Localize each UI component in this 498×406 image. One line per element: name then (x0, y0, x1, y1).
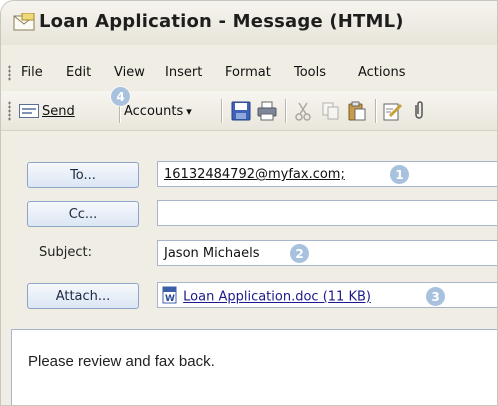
callout-badge-4: 4 (111, 87, 130, 106)
message-envelope-icon (13, 13, 35, 31)
send-button[interactable]: Send (19, 99, 75, 123)
send-label: Send (42, 103, 75, 119)
chevron-down-icon: ▾ (186, 104, 192, 118)
attach-button-label: Attach... (55, 288, 111, 304)
accounts-button[interactable]: Accounts ▾ (124, 99, 192, 123)
menu-view-label: View (114, 65, 145, 80)
message-body[interactable]: Please review and fax back. (11, 329, 497, 405)
menu-insert[interactable]: Insert (165, 65, 202, 80)
menu-actions-label: Actions (358, 65, 406, 80)
svg-text:W: W (165, 294, 175, 304)
menu-tools-label: Tools (294, 65, 327, 80)
menu-file[interactable]: File (21, 65, 43, 80)
menu-edit-label: Edit (66, 65, 92, 80)
toolbar-grip[interactable] (8, 101, 11, 121)
edit-icon[interactable] (383, 101, 403, 121)
menu-bar: File Edit View Insert Format Tools Actio… (1, 59, 497, 87)
cut-icon[interactable] (293, 101, 313, 121)
word-document-icon: W (162, 286, 177, 304)
cc-button-label: Cc... (68, 206, 98, 222)
menu-grip[interactable] (8, 65, 11, 81)
attach-field[interactable]: W Loan Application.doc (11 KB) (157, 282, 497, 308)
menu-edit[interactable]: Edit (66, 65, 91, 80)
standard-toolbar: Send Accounts ▾ 4 (1, 87, 497, 131)
message-body-text: Please review and fax back. (28, 353, 215, 370)
to-field[interactable]: 16132484792@myfax.com; (157, 161, 497, 187)
toolbar-separator (375, 99, 376, 123)
to-button[interactable]: To... (27, 162, 139, 188)
callout-badge-2: 2 (290, 244, 309, 263)
copy-icon[interactable] (321, 101, 341, 121)
subject-value: Jason Michaels (164, 246, 260, 261)
paste-icon[interactable] (347, 101, 367, 121)
window-title: Loan Application - Message (HTML) (39, 11, 404, 32)
toolbar-separator (285, 99, 286, 123)
callout-badge-1: 1 (390, 165, 409, 184)
menu-view[interactable]: View (114, 65, 145, 80)
to-button-label: To... (70, 167, 96, 183)
menu-format-label: Format (225, 65, 271, 80)
cc-button[interactable]: Cc... (27, 201, 139, 227)
envelope-icon (19, 104, 39, 118)
message-window: Loan Application - Message (HTML) File E… (0, 0, 498, 406)
menu-format[interactable]: Format (225, 65, 271, 80)
menu-insert-label: Insert (165, 65, 203, 80)
attach-icon[interactable] (409, 101, 429, 121)
menu-file-label: File (21, 65, 43, 80)
print-icon[interactable] (257, 101, 277, 121)
attachment-link[interactable]: Loan Application.doc (11 KB) (183, 290, 371, 305)
callout-badge-3: 3 (426, 287, 445, 306)
accounts-label: Accounts (124, 103, 184, 119)
cc-field[interactable] (157, 200, 497, 226)
toolbar-separator (221, 99, 222, 123)
save-icon[interactable] (231, 101, 251, 121)
subject-field[interactable]: Jason Michaels (157, 240, 497, 266)
menu-tools[interactable]: Tools (294, 65, 326, 80)
to-recipient[interactable]: 16132484792@myfax.com; (164, 167, 345, 182)
attach-button[interactable]: Attach... (27, 283, 139, 309)
menu-actions[interactable]: Actions (358, 65, 406, 80)
subject-label: Subject: (39, 245, 92, 260)
message-header: To... 16132484792@myfax.com; 1 Cc... Sub… (1, 132, 497, 328)
title-bar: Loan Application - Message (HTML) (1, 1, 497, 45)
